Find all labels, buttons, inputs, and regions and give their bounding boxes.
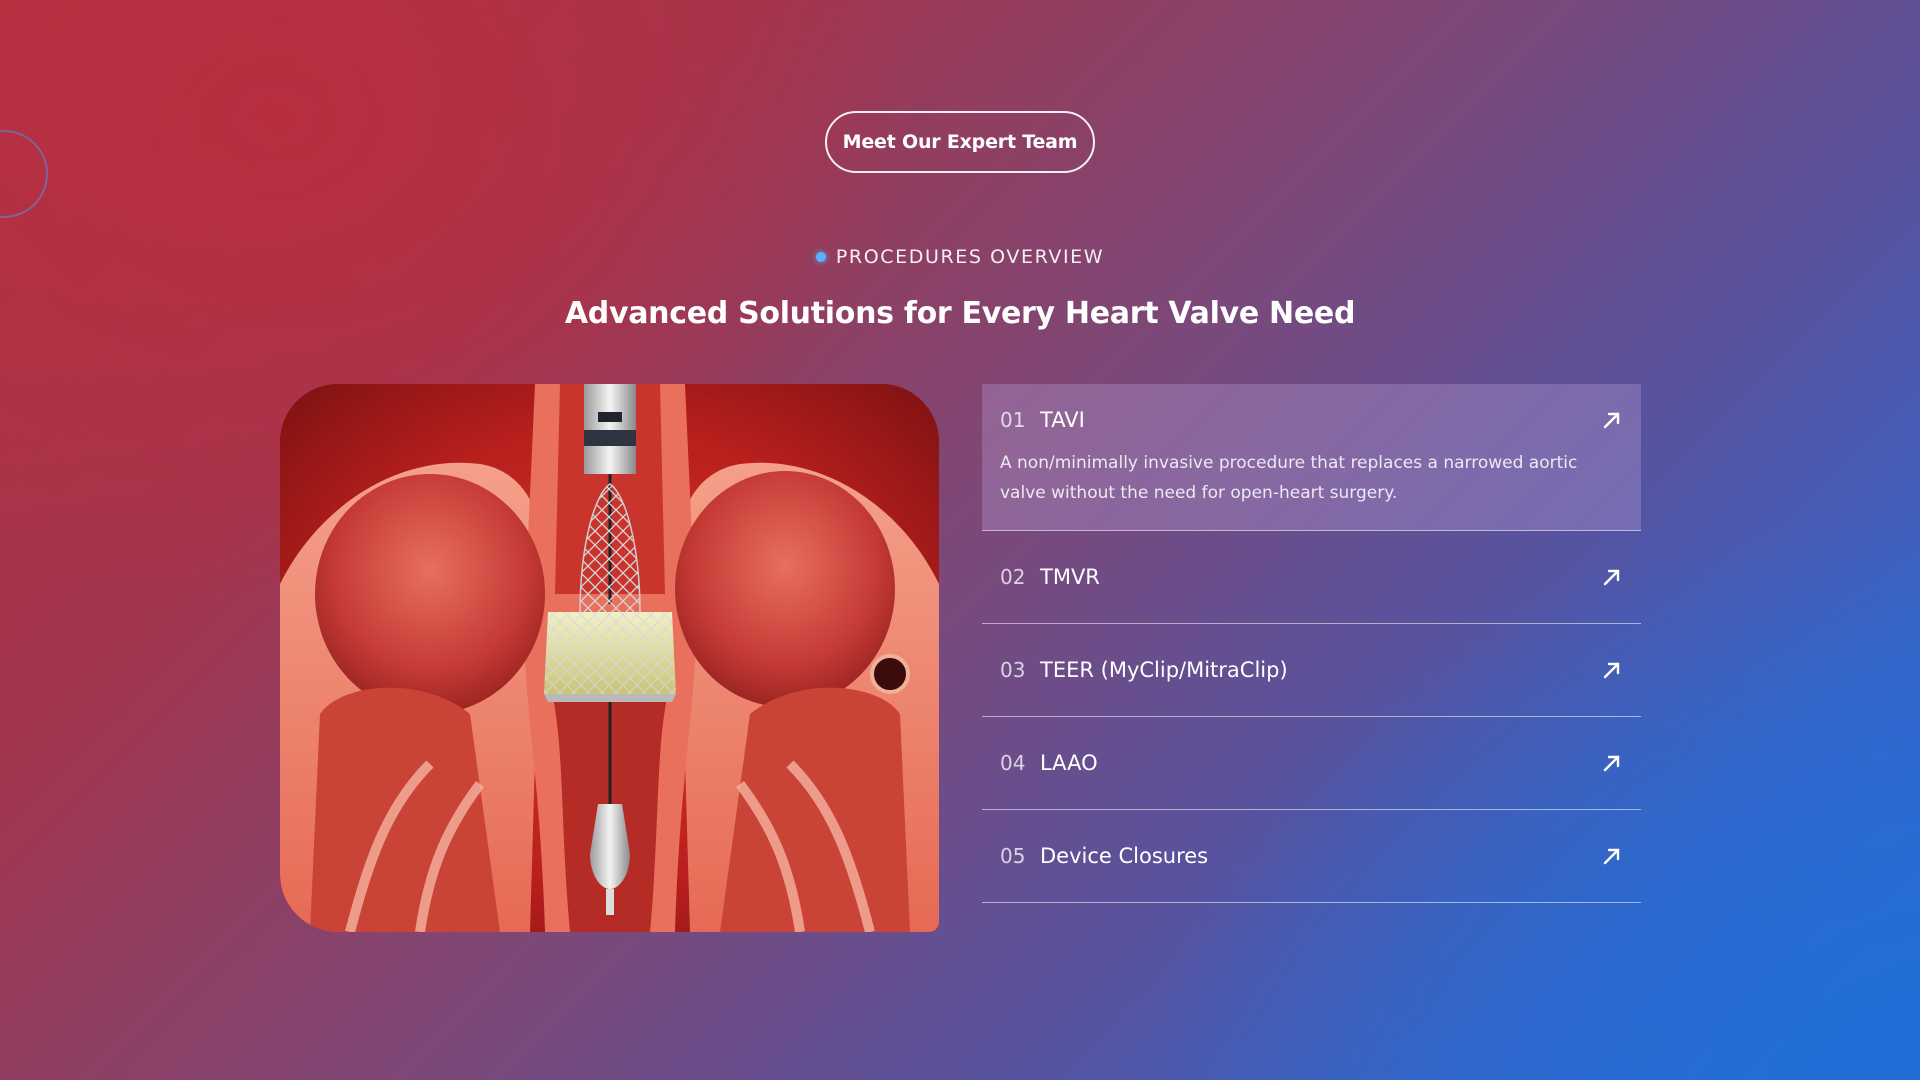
section-title: Advanced Solutions for Every Heart Valve…: [564, 296, 1356, 331]
procedure-item-laao[interactable]: 04 LAAO: [982, 717, 1641, 810]
procedure-description: A non/minimally invasive procedure that …: [1000, 453, 1578, 503]
arrow-up-right-icon[interactable]: [1601, 845, 1623, 867]
section-eyebrow: PROCEDURES OVERVIEW: [0, 246, 1920, 268]
procedure-title: TAVI: [1040, 408, 1085, 432]
arrow-up-right-icon[interactable]: [1601, 409, 1623, 431]
procedure-item-tavi[interactable]: 01 TAVI A non/minimally invasive procedu…: [982, 384, 1641, 531]
procedure-number: 03: [1000, 658, 1026, 682]
procedure-item-tmvr[interactable]: 02 TMVR: [982, 531, 1641, 624]
procedure-title: TEER (MyClip/MitraClip): [1040, 658, 1288, 682]
hero-heart-illustration: [280, 384, 939, 932]
arrow-up-right-icon[interactable]: [1601, 659, 1623, 681]
procedure-number: 04: [1000, 751, 1026, 775]
procedure-item-device-closures[interactable]: 05 Device Closures: [982, 810, 1641, 903]
decorative-circle: [0, 130, 48, 218]
arrow-up-right-icon[interactable]: [1601, 566, 1623, 588]
procedure-number: 05: [1000, 844, 1026, 868]
procedure-number: 01: [1000, 408, 1026, 432]
procedure-title: TMVR: [1040, 565, 1100, 589]
procedure-item-teer[interactable]: 03 TEER (MyClip/MitraClip): [982, 624, 1641, 717]
procedure-number: 02: [1000, 565, 1026, 589]
procedure-title: LAAO: [1040, 751, 1098, 775]
meet-expert-team-button[interactable]: Meet Our Expert Team: [825, 111, 1095, 173]
arrow-up-right-icon[interactable]: [1601, 752, 1623, 774]
eyebrow-dot-icon: [815, 252, 826, 262]
eyebrow-label: PROCEDURES OVERVIEW: [835, 246, 1105, 268]
procedure-title: Device Closures: [1040, 844, 1209, 868]
procedure-list: 01 TAVI A non/minimally invasive procedu…: [982, 384, 1641, 903]
